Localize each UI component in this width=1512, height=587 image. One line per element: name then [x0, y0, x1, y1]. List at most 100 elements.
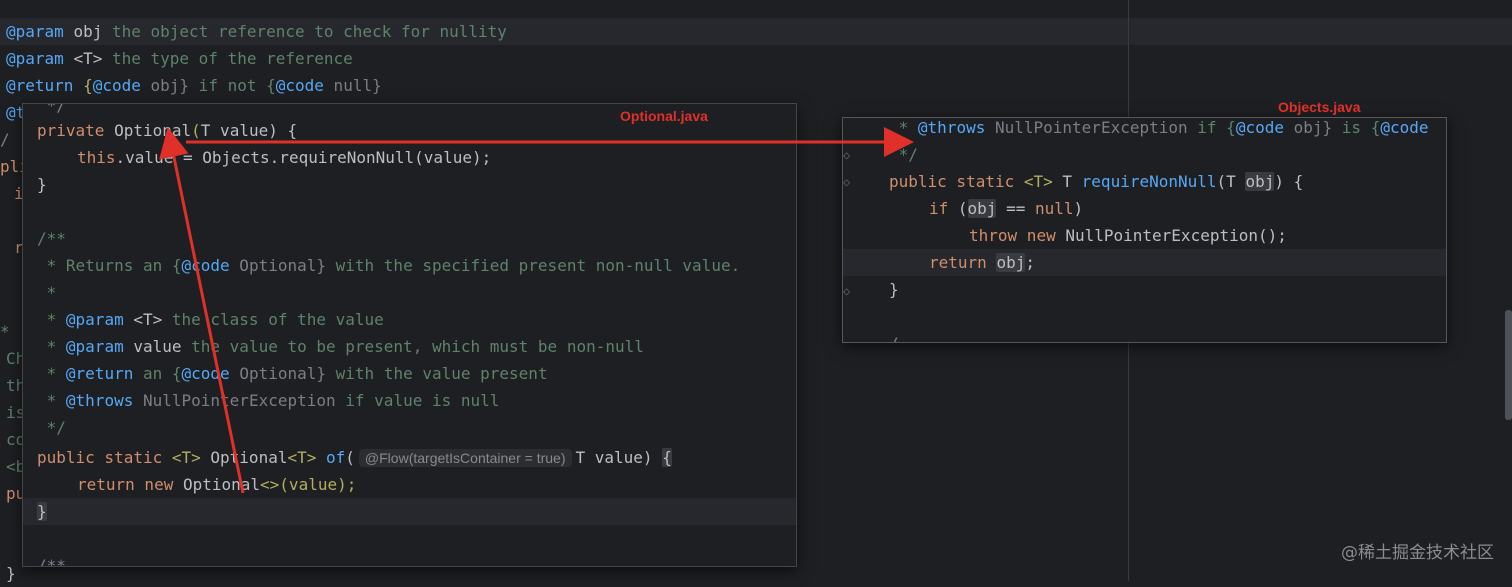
bg-tag: @return [6, 76, 74, 95]
class-objects[interactable]: Objects [202, 148, 269, 167]
kw: public [889, 172, 947, 191]
doc-text: with the value present [326, 364, 548, 383]
diamond-call: <>(value); [260, 475, 357, 494]
watermark: @稀土掘金技术社区 [1341, 543, 1494, 563]
fold-icon[interactable]: ◇ [843, 284, 850, 298]
generic: <T> [162, 448, 201, 467]
bg-tag: @param [6, 49, 64, 68]
popup-current-line [23, 498, 796, 525]
doc-line: * @throws NullPointerException if {@code… [889, 118, 1429, 141]
editor-top-strip [0, 0, 1512, 18]
bg-doc-text: the object reference to check for nullit… [102, 22, 507, 41]
editor-scrollbar[interactable] [1505, 310, 1512, 420]
kw: public [37, 448, 95, 467]
doc-exception: NullPointerException [133, 391, 336, 410]
bg-doc-line-param-obj: @param obj the object reference to check… [6, 18, 507, 45]
doc-text: if { [1187, 118, 1236, 137]
inlay-hint-flow[interactable]: @Flow(targetIsContainer = true) [358, 449, 572, 467]
rest: ) { [1274, 172, 1304, 191]
type-optional[interactable]: Optional [201, 448, 287, 467]
fold-icon[interactable]: ◇ [843, 148, 850, 162]
doc-code: Optional} [229, 256, 326, 275]
fold-icon[interactable]: ◇ [843, 175, 850, 189]
code-line: } [889, 280, 899, 299]
doc-param-name: <T> [123, 310, 163, 329]
paren: ) [1073, 199, 1084, 218]
type-optional[interactable]: Optional [114, 121, 191, 140]
param-obj: obj [967, 199, 997, 218]
rest: value) { [210, 121, 298, 140]
label-optional-java: Optional.java [620, 108, 708, 124]
bg-code-tag2: @code [275, 76, 324, 95]
doc-line: /** [37, 229, 66, 248]
kw: private [37, 121, 105, 140]
doc-line: / [889, 330, 899, 342]
code-line-throw: throw new NullPointerException(); [969, 222, 1287, 249]
doc-text: * [37, 364, 66, 383]
kw: if [929, 199, 949, 218]
type-optional[interactable]: Optional [173, 475, 260, 494]
code-line-constructor: private Optional(T value) { [37, 117, 297, 144]
call: .requireNonNull(value); [269, 148, 492, 167]
bg-doc-line-param-t: @param <T> the type of the reference [6, 45, 353, 72]
doc-tag: @param [65, 310, 124, 329]
doc-text: * Returns an { [37, 256, 182, 275]
kw: new [1017, 226, 1056, 245]
brace-match: } [37, 502, 47, 521]
doc-text: if value is null [335, 391, 500, 410]
assign: .value = [115, 148, 203, 167]
doc-line: /** [37, 556, 66, 567]
kw-null: null [1034, 199, 1074, 218]
bg-fragment: } [6, 564, 16, 583]
doc-line: * Returns an {@code Optional} with the s… [37, 252, 741, 279]
bg-brace: { [73, 76, 93, 95]
bg-tag: @param [6, 22, 64, 41]
method-of[interactable]: of [316, 448, 345, 467]
bg-code-text2: null} [323, 76, 382, 95]
bg-code-text: obj} [140, 76, 190, 95]
params: T value) [575, 448, 663, 467]
bg-fragment: * [0, 322, 10, 341]
doc-line: * @throws NullPointerException if value … [37, 387, 500, 414]
doc-code-tag: @code [1235, 118, 1284, 137]
code-line-signature: public static <T> T requireNonNull(T obj… [889, 168, 1303, 195]
return-type: T [1052, 172, 1073, 191]
doc-text: an { [133, 364, 182, 383]
doc-text: * [37, 310, 66, 329]
code-line-of-method: public static <T> Optional<T> of(@Flow(t… [37, 444, 672, 471]
kw: static [946, 172, 1015, 191]
bg-mid: if not { [189, 76, 276, 95]
paren: ( [948, 199, 968, 218]
op: == [996, 199, 1035, 218]
generic-t: T [200, 121, 211, 140]
kw: throw [969, 226, 1018, 245]
method-requirenonnull[interactable]: requireNonNull [1072, 172, 1217, 191]
optional-definition-popup[interactable]: */ private Optional(T value) { this.valu… [22, 103, 797, 567]
kw: static [94, 448, 163, 467]
kw: return [929, 253, 987, 272]
param-obj: obj [1245, 172, 1275, 191]
doc-tag: @throws [65, 391, 134, 410]
doc-tag: @param [65, 337, 124, 356]
objects-definition-popup[interactable]: ◇ ◇ ◇ * @throws NullPointerException if … [842, 117, 1447, 343]
kw-this: this [77, 148, 116, 167]
doc-line: * @param value the value to be present, … [37, 333, 644, 360]
doc-exception: NullPointerException [985, 118, 1188, 137]
code-line-return: return obj; [929, 249, 1035, 276]
doc-code: obj} [1283, 118, 1333, 137]
doc-tag: @throws [917, 118, 986, 137]
code-line-if: if (obj == null) [929, 195, 1083, 222]
bg-code-tag: @code [92, 76, 141, 95]
doc-code: Optional} [229, 364, 327, 383]
bg-doc-line-return: @return {@code obj} if not {@code null} [6, 72, 382, 99]
doc-text: * [889, 118, 918, 137]
bg-fragment: / [0, 130, 10, 149]
doc-text: * [37, 391, 66, 410]
code-line-closing: } [37, 498, 47, 525]
doc-param-name: value [123, 337, 182, 356]
doc-text: * [37, 337, 66, 356]
doc-text: with the specified present non-null valu… [326, 256, 741, 275]
doc-code-tag: @code [1380, 118, 1429, 137]
code-line-return: return new Optional<>(value); [77, 471, 356, 498]
doc-code-tag: @code [181, 364, 230, 383]
